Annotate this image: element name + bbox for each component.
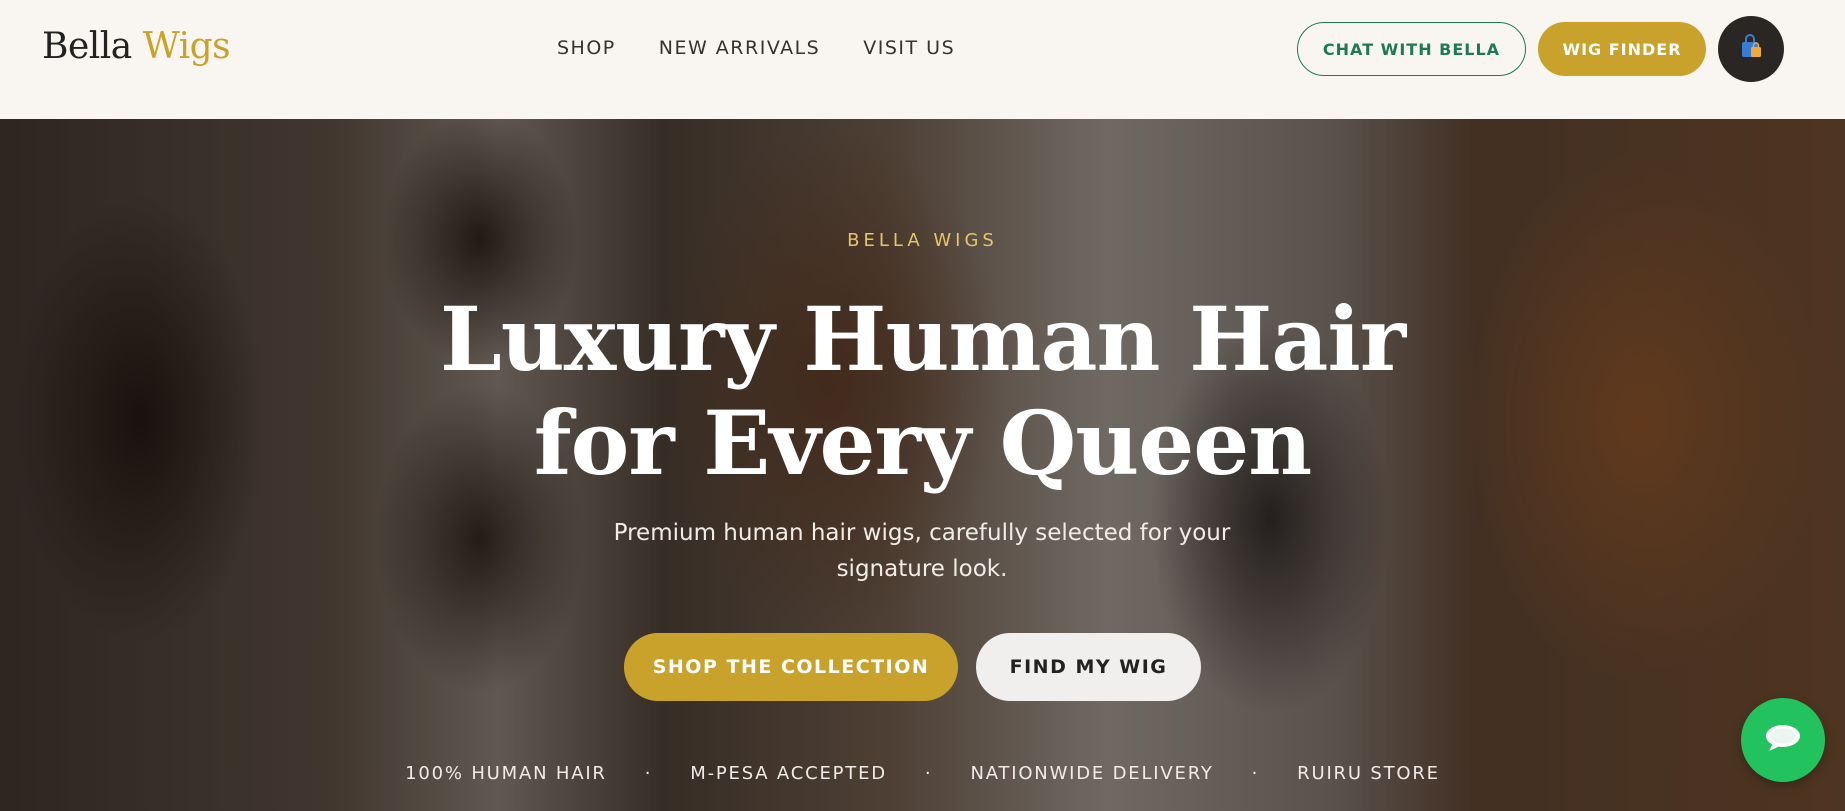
hero-subheading-line2: signature look. [836,556,1008,582]
feature-separator: · [644,763,653,784]
chat-with-bella-button[interactable]: CHAT WITH BELLA [1297,22,1526,76]
hero-subheading: Premium human hair wigs, carefully selec… [572,515,1272,587]
main-nav: SHOP NEW ARRIVALS VISIT US [557,37,955,59]
hero-eyebrow: BELLA WIGS [847,230,998,251]
site-header: Bella Wigs SHOP NEW ARRIVALS VISIT US CH… [0,0,1845,119]
brand-name-primary: Bella [42,26,132,67]
shopping-bag-icon [1737,33,1765,65]
cart-button[interactable] [1718,16,1784,82]
find-my-wig-button[interactable]: FIND MY WIG [976,633,1201,701]
feature-separator: · [1251,763,1260,784]
feature-strip: 100% HUMAN HAIR · M-PESA ACCEPTED · NATI… [0,763,1845,784]
nav-item-visit-us[interactable]: VISIT US [863,37,955,59]
hero-headline-line1: Luxury Human Hair [439,287,1406,391]
feature-store: RUIRU STORE [1297,763,1440,784]
feature-separator: · [924,763,933,784]
hero-subheading-line1: Premium human hair wigs, carefully selec… [613,520,1231,546]
hero-banner: BELLA WIGS Luxury Human Hair for Every Q… [0,119,1845,811]
hero-content: BELLA WIGS Luxury Human Hair for Every Q… [0,119,1845,811]
brand-logo[interactable]: Bella Wigs [42,26,231,67]
wig-finder-button[interactable]: WIG FINDER [1538,22,1706,76]
brand-name-accent: Wigs [142,26,231,67]
nav-item-new-arrivals[interactable]: NEW ARRIVALS [659,37,820,59]
shop-the-collection-button[interactable]: SHOP THE COLLECTION [624,633,958,701]
nav-item-shop[interactable]: SHOP [557,37,616,59]
hero-headline-line2: for Every Queen [533,391,1312,495]
hero-headline: Luxury Human Hair for Every Queen [0,287,1845,495]
feature-human-hair: 100% HUMAN HAIR [405,763,607,784]
floating-chat-button[interactable] [1741,698,1825,782]
feature-mpesa: M-PESA ACCEPTED [690,763,887,784]
feature-delivery: NATIONWIDE DELIVERY [970,763,1214,784]
chat-bubble-icon [1763,721,1803,759]
